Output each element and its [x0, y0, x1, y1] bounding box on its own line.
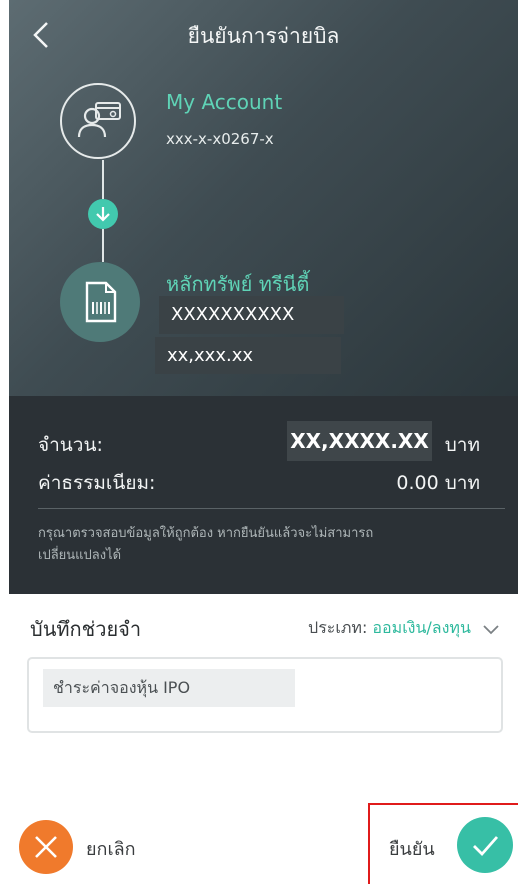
fee-label: ค่าธรรมเนียม:: [38, 472, 156, 494]
memo-title: บันทึกช่วยจำ: [30, 617, 142, 641]
fee-amount: 0.00 บาท: [396, 468, 480, 498]
from-account-number: xxx-x-x0267-x: [166, 130, 274, 148]
from-account-label: My Account: [166, 90, 283, 114]
fee-value: 0.00: [396, 472, 439, 494]
note-line-2: เปลี่ยนแปลงได้: [38, 548, 122, 563]
account-card-icon: [77, 102, 121, 138]
flow-line-top: [102, 160, 104, 199]
memo-input[interactable]: ชำระค่าจองหุ้น IPO: [27, 657, 503, 733]
confirm-note: กรุณาตรวจสอบข้อมูลให้ถูกต้อง หากยืนยันแล…: [38, 523, 488, 567]
arrow-down-icon: [88, 199, 118, 229]
flow-line-bottom: [102, 229, 104, 262]
payee-circle: [60, 262, 140, 342]
amount-value: XX,XXXX.XX: [287, 421, 432, 461]
category-selector[interactable]: ประเภท: ออมเงิน/ลงทุน: [308, 616, 500, 641]
summary-divider: [38, 508, 505, 509]
note-line-1: กรุณาตรวจสอบข้อมูลให้ถูกต้อง หากยืนยันแล…: [38, 526, 374, 541]
page-title: ยืนยันการจ่ายบิล: [187, 24, 340, 48]
category-value: ออมเงิน/ลงทุน: [372, 618, 471, 637]
account-circle: [60, 83, 136, 159]
bill-document-icon: [85, 281, 117, 323]
memo-text: ชำระค่าจองหุ้น IPO: [43, 669, 295, 707]
check-icon: [473, 836, 499, 857]
category-label: ประเภท:: [308, 618, 368, 637]
cancel-button[interactable]: [19, 820, 73, 874]
chevron-down-icon: [483, 624, 499, 634]
close-icon: [35, 836, 57, 858]
fee-unit: บาท: [444, 472, 480, 494]
back-chevron-icon[interactable]: [27, 18, 55, 52]
amount-label: จำนวน:: [38, 434, 103, 456]
cancel-label[interactable]: ยกเลิก: [86, 834, 136, 863]
amount-unit: บาท: [444, 434, 480, 456]
confirm-label[interactable]: ยืนยัน: [389, 834, 435, 863]
payee-ref2: xx,xxx.xx: [155, 337, 341, 374]
confirm-button[interactable]: [457, 817, 513, 873]
payee-ref1: XXXXXXXXXX: [159, 296, 344, 334]
